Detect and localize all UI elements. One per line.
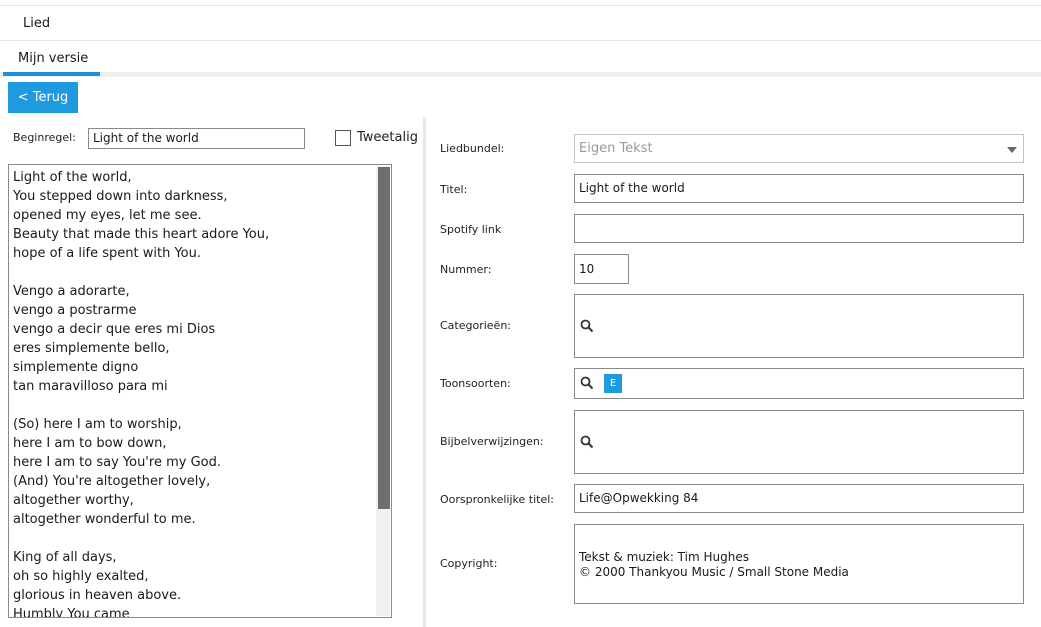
nummer-input[interactable]: 10 — [574, 254, 629, 284]
oorspronkelijke-titel-input[interactable]: Life@Opwekking 84 — [574, 484, 1024, 513]
lyrics-text[interactable]: Light of the world, You stepped down int… — [13, 168, 373, 617]
spotify-input[interactable] — [574, 214, 1024, 243]
toonsoorten-field[interactable]: E — [574, 368, 1024, 399]
tab-bar-baseline — [0, 72, 1041, 77]
liedbundel-label: Liedbundel: — [440, 142, 505, 155]
titel-label: Titel: — [440, 183, 468, 196]
copyright-textarea[interactable]: Tekst & muziek: Tim Hughes © 2000 Thanky… — [574, 524, 1024, 604]
beginregel-label: Beginregel: — [13, 131, 76, 144]
oorspronkelijke-titel-label: Oorspronkelijke titel: — [440, 493, 554, 506]
search-icon[interactable] — [580, 319, 594, 333]
lyrics-textarea[interactable]: Light of the world, You stepped down int… — [8, 164, 392, 618]
bijbelverwijzingen-field[interactable] — [574, 410, 1024, 474]
liedbundel-select[interactable]: Eigen Tekst — [574, 134, 1024, 163]
tab-label: Mijn versie — [18, 51, 89, 66]
liedbundel-value: Eigen Tekst — [579, 141, 653, 156]
active-tab-indicator — [3, 72, 100, 76]
categorieen-label: Categorieën: — [440, 319, 512, 332]
panel-divider[interactable] — [423, 117, 426, 627]
tab-bar: Mijn versie — [0, 41, 1041, 77]
categorieen-field[interactable] — [574, 294, 1024, 358]
beginregel-input[interactable]: Light of the world — [88, 128, 305, 149]
copyright-label: Copyright: — [440, 557, 498, 570]
key-tag[interactable]: E — [604, 374, 622, 393]
tweetalig-checkbox[interactable] — [335, 130, 351, 146]
toonsoorten-label: Toonsoorten: — [440, 377, 511, 390]
nummer-label: Nummer: — [440, 263, 492, 276]
search-icon[interactable] — [580, 376, 594, 390]
chevron-down-icon — [1007, 147, 1017, 153]
tweetalig-label[interactable]: Tweetalig — [357, 130, 418, 145]
back-button[interactable]: < Terug — [8, 82, 78, 113]
bijbelverwijzingen-label: Bijbelverwijzingen: — [440, 435, 544, 448]
tab-mijn-versie[interactable]: Mijn versie — [3, 41, 100, 76]
copyright-text[interactable]: Tekst & muziek: Tim Hughes © 2000 Thanky… — [579, 550, 849, 580]
page-header: Lied — [0, 6, 1041, 41]
spotify-label: Spotify link — [440, 223, 502, 236]
search-icon[interactable] — [580, 435, 594, 449]
page-title: Lied — [23, 16, 51, 31]
titel-input[interactable]: Light of the world — [574, 174, 1024, 203]
lyrics-scroll-thumb[interactable] — [378, 167, 390, 509]
